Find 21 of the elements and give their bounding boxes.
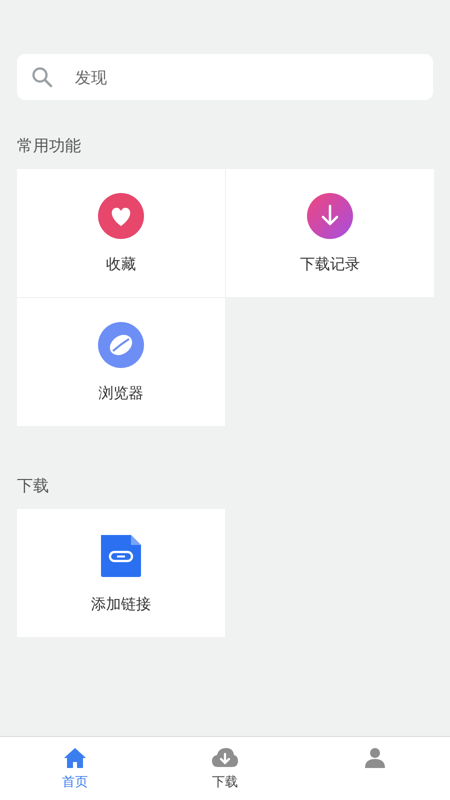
home-icon: [63, 747, 87, 769]
link-file-icon: [99, 532, 143, 578]
feature-tile[interactable]: 添加链接: [17, 509, 225, 637]
search-field[interactable]: 发现: [17, 54, 433, 100]
search-input[interactable]: 发现: [75, 54, 419, 100]
nav-tab[interactable]: 首页: [35, 747, 115, 800]
feature-tile[interactable]: 收藏: [17, 169, 225, 297]
browser-icon: [98, 322, 144, 368]
feature-tile[interactable]: 浏览器: [17, 298, 225, 426]
section-title: 常用功能: [17, 136, 82, 157]
tile-label: 添加链接: [91, 594, 151, 614]
person-icon: [364, 747, 386, 769]
tile-label: 浏览器: [98, 384, 144, 402]
search-icon: [31, 66, 53, 88]
section-title: 下载: [17, 476, 50, 497]
tile-label: 收藏: [106, 254, 136, 274]
download-icon: [307, 192, 353, 238]
nav-tab[interactable]: 下载: [185, 747, 265, 800]
tile-label: 下载记录: [300, 254, 360, 274]
feature-tile[interactable]: 下载记录: [226, 169, 434, 297]
cloud-download-icon: [211, 747, 239, 769]
